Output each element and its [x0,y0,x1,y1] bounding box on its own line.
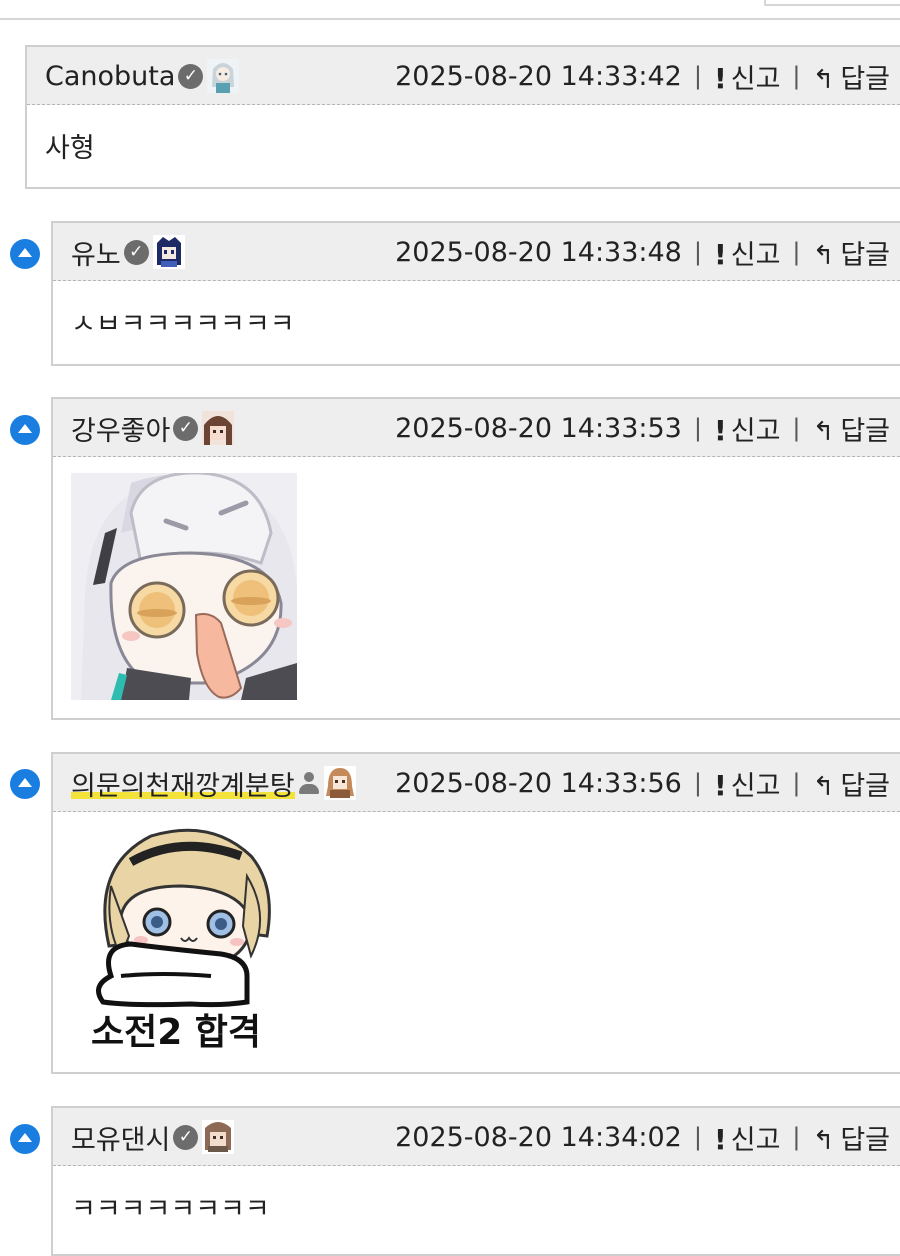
comment-body: 소전2 합격 [53,826,900,1056]
reply-button[interactable]: ↰ 답글 [813,764,890,803]
up-arrow-circle-icon [10,769,40,799]
report-label: 신고 [730,63,781,95]
author-nickname[interactable]: 의문의천재깡계분탕 [71,763,295,803]
comment-header: Canobuta ✓ 2025-08-20 14:33:42 | ! 신고 | ↰… [27,47,900,105]
reply-label: 답글 [840,1124,890,1156]
divider: | [693,238,702,266]
report-button[interactable]: ! 신고 [714,1118,780,1157]
sticker-caption: 소전2 합격 [91,1012,261,1053]
divider: | [693,1123,702,1151]
divider: | [792,414,801,442]
report-label: 신고 [730,415,781,447]
comment-header: 유노 ✓ 2025-08-20 14:33:48 | ! 신고 | ↰ 답글 [53,223,900,281]
comment-meta: 2025-08-20 14:33:48 | ! 신고 | ↰ 답글 [395,223,890,281]
comment-header: 모유댄시 ✓ 2025-08-20 14:34:02 | ! 신고 | ↰ 답글 [53,1108,900,1166]
comment-meta: 2025-08-20 14:33:56 | ! 신고 | ↰ 답글 [395,754,890,812]
comment-timestamp: 2025-08-20 14:33:48 [395,236,682,268]
comment-author[interactable]: 의문의천재깡계분탕 [71,754,356,812]
divider: | [792,238,801,266]
avatar-icon [202,1120,235,1154]
comment-author[interactable]: 강우좋아 ✓ [71,399,235,457]
comment: 의문의천재깡계분탕 2025-08-20 14:33:56 | ! 신고 | ↰ 답… [51,752,900,1074]
chibi-blonde-girl-sticker: 소전2 합격 [71,826,297,1056]
comment-meta: 2025-08-20 14:33:53 | ! 신고 | ↰ 답글 [395,399,890,457]
reply-label: 답글 [840,239,890,271]
divider: | [792,62,801,90]
report-label: 신고 [730,770,781,802]
comment: 유노 ✓ 2025-08-20 14:33:48 | ! 신고 | ↰ 답글 ㅅㅂㅋ… [51,221,900,366]
exclamation-icon: ! [713,413,727,447]
comment-body: 사형 [45,132,95,164]
comment-author[interactable]: Canobuta ✓ [45,47,240,105]
top-divider [0,0,900,20]
comment-body: ㅅㅂㅋㅋㅋㅋㅋㅋㅋ [71,308,295,340]
reply-button[interactable]: ↰ 답글 [813,57,890,96]
avatar-icon [202,411,235,445]
report-label: 신고 [730,1124,781,1156]
report-button[interactable]: ! 신고 [714,764,780,803]
comment-timestamp: 2025-08-20 14:33:53 [395,412,682,444]
comment: Canobuta ✓ 2025-08-20 14:33:42 | ! 신고 | ↰… [25,45,900,189]
comment-timestamp: 2025-08-20 14:33:42 [395,60,682,92]
comment-header: 의문의천재깡계분탕 2025-08-20 14:33:56 | ! 신고 | ↰ 답… [53,754,900,812]
comment: 모유댄시 ✓ 2025-08-20 14:34:02 | ! 신고 | ↰ 답글 ㅋ… [51,1106,900,1256]
reply-arrow-icon: ↰ [812,771,835,802]
comment-author[interactable]: 모유댄시 ✓ [71,1108,235,1166]
reply-button[interactable]: ↰ 답글 [813,233,890,272]
divider: | [693,414,702,442]
avatar-icon [323,766,356,800]
comment-body [53,473,900,700]
reply-arrow-icon: ↰ [812,240,835,271]
comment-meta: 2025-08-20 14:34:02 | ! 신고 | ↰ 답글 [395,1108,890,1166]
check-badge-icon: ✓ [173,415,199,441]
author-nickname[interactable]: 유노 [71,233,121,272]
check-badge-icon: ✓ [173,1124,199,1150]
top-box-corner [764,0,900,6]
comment-header: 강우좋아 ✓ 2025-08-20 14:33:53 | ! 신고 | ↰ 답글 [53,399,900,457]
reply-button[interactable]: ↰ 답글 [813,409,890,448]
avatar-icon [207,59,240,93]
comment-author[interactable]: 유노 ✓ [71,223,185,281]
reply-arrow-icon: ↰ [812,416,835,447]
comment: 강우좋아 ✓ 2025-08-20 14:33:53 | ! 신고 | ↰ 답글 [51,397,900,720]
exclamation-icon: ! [713,1122,727,1156]
comment-meta: 2025-08-20 14:33:42 | ! 신고 | ↰ 답글 [395,47,890,105]
exclamation-icon: ! [713,768,727,802]
up-arrow-circle-icon [10,239,40,269]
report-label: 신고 [730,239,781,271]
divider: | [693,769,702,797]
report-button[interactable]: ! 신고 [714,57,780,96]
reply-label: 답글 [840,415,890,447]
report-button[interactable]: ! 신고 [714,409,780,448]
person-icon [298,771,320,795]
up-arrow-circle-icon [10,415,40,445]
reply-label: 답글 [840,63,890,95]
author-nickname[interactable]: 강우좋아 [71,409,170,448]
reply-button[interactable]: ↰ 답글 [813,1118,890,1157]
comment-body: ㅋㅋㅋㅋㅋㅋㅋㅋ [71,1193,270,1225]
chibi-girl-dropped-jaw-sticker [71,473,297,700]
exclamation-icon: ! [713,61,727,95]
divider: | [792,1123,801,1151]
comment-timestamp: 2025-08-20 14:34:02 [395,1121,682,1153]
author-nickname[interactable]: 모유댄시 [71,1118,170,1157]
check-badge-icon: ✓ [178,63,204,89]
reply-arrow-icon: ↰ [812,64,835,95]
author-nickname[interactable]: Canobuta [45,61,175,92]
reply-label: 답글 [840,770,890,802]
report-button[interactable]: ! 신고 [714,233,780,272]
divider: | [792,769,801,797]
exclamation-icon: ! [713,237,727,271]
divider: | [693,62,702,90]
check-badge-icon: ✓ [123,239,149,265]
reply-arrow-icon: ↰ [812,1125,835,1156]
avatar-icon [152,235,185,269]
up-arrow-circle-icon [10,1124,40,1154]
comment-timestamp: 2025-08-20 14:33:56 [395,767,682,799]
